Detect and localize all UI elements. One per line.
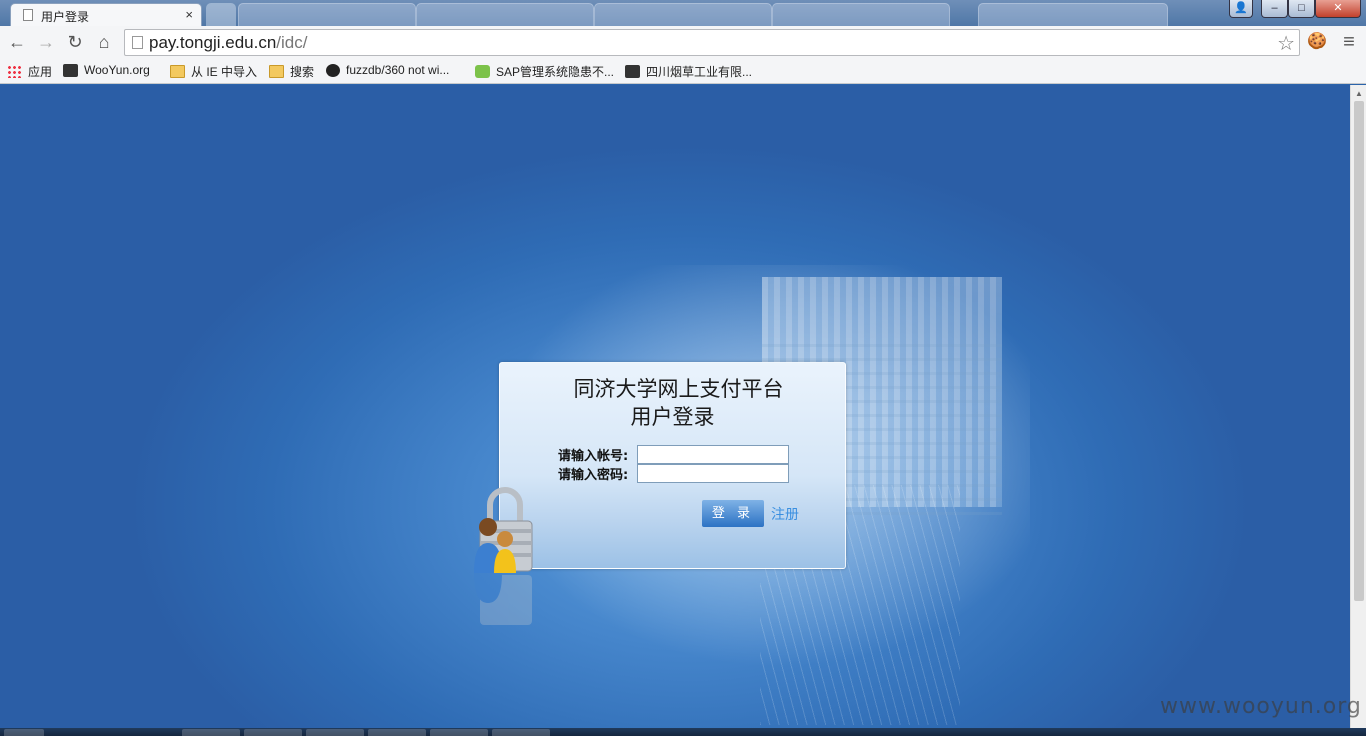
bookmark-sichuan[interactable]: 四川烟草工业有限... (625, 63, 752, 80)
page-icon (23, 9, 33, 21)
taskbar-item[interactable] (244, 729, 302, 736)
taskbar-item[interactable] (368, 729, 426, 736)
address-bar[interactable]: pay.tongji.edu.cn/idc/ ☆ (124, 29, 1300, 56)
password-label: 请输入密码: (558, 468, 629, 483)
back-icon[interactable]: ← (6, 31, 28, 53)
bookmark-star-icon[interactable]: ☆ (1277, 31, 1295, 56)
wooyun-icon (63, 63, 78, 77)
register-link[interactable]: 注册 (771, 504, 799, 524)
new-tab-button[interactable] (206, 3, 236, 26)
reload-icon[interactable]: ↻ (64, 31, 86, 53)
bookmark-search[interactable]: 搜索 (269, 63, 314, 80)
login-title: 同济大学网上支付平台 (573, 377, 784, 401)
login-panel: 同济大学网上支付平台 用户登录 请输入帐号: 请输入密码: 登 录 注册 (499, 362, 846, 569)
login-button[interactable]: 登 录 (702, 500, 764, 527)
taskbar-item[interactable] (306, 729, 364, 736)
folder-icon (269, 65, 284, 78)
padlock-users-icon (474, 487, 533, 625)
wooyun-icon (625, 65, 640, 78)
tab-background-2[interactable] (416, 3, 594, 26)
tab-title: 用户登录 (41, 10, 90, 24)
url-path: /idc/ (276, 33, 308, 52)
bookmark-label: SAP管理系统隐患不... (496, 65, 615, 79)
apps-icon (7, 65, 22, 78)
bookmark-label: 应用 (28, 65, 53, 79)
account-label: 请输入帐号: (558, 449, 629, 464)
forward-icon[interactable]: → (35, 31, 57, 53)
url-text[interactable]: pay.tongji.edu.cn/idc/ (149, 33, 307, 53)
home-icon[interactable]: ⌂ (93, 31, 115, 53)
check-icon (475, 65, 490, 78)
taskbar-item[interactable] (182, 729, 240, 736)
bookmark-label: fuzzdb/360 not wi... (346, 63, 450, 77)
bookmark-label: 从 IE 中导入 (191, 65, 258, 79)
tab-background-4[interactable] (772, 3, 950, 26)
scrollbar-thumb[interactable] (1354, 101, 1364, 601)
tab-active[interactable]: 用户登录 × (10, 3, 202, 26)
bookmark-wooyun[interactable]: WooYun.org (63, 63, 150, 77)
url-host: pay.tongji.edu.cn (149, 33, 277, 52)
menu-icon[interactable]: ≡ (1338, 31, 1360, 53)
bookmark-fuzzdb[interactable]: fuzzdb/360 not wi... (326, 63, 449, 77)
browser-toolbar: ← → ↻ ⌂ pay.tongji.edu.cn/idc/ ☆ 🍪 ≡ (0, 26, 1366, 59)
bookmark-label: 搜索 (290, 65, 315, 79)
cookie-extension-icon[interactable]: 🍪 (1306, 31, 1328, 53)
close-tab-icon[interactable]: × (185, 7, 193, 22)
tab-background-5[interactable] (978, 3, 1168, 26)
vertical-scrollbar[interactable]: ▲ (1350, 85, 1366, 728)
bookmark-import-ie[interactable]: 从 IE 中导入 (170, 63, 257, 80)
account-input[interactable] (637, 445, 789, 464)
login-subtitle: 用户登录 (630, 405, 715, 429)
bookmark-label: WooYun.org (84, 63, 150, 77)
page-icon (132, 36, 143, 49)
taskbar-item[interactable] (492, 729, 550, 736)
bookmark-sap[interactable]: SAP管理系统隐患不... (475, 63, 614, 80)
close-window-button[interactable]: ✕ (1315, 0, 1361, 18)
os-taskbar (0, 728, 1366, 736)
taskbar-item[interactable] (430, 729, 488, 736)
watermark: www.wooyun.org (1160, 694, 1362, 719)
browser-titlebar: 用户登录 × 👤 – □ ✕ (0, 0, 1366, 26)
password-input[interactable] (637, 464, 789, 483)
minimize-button[interactable]: – (1261, 0, 1288, 18)
bookmark-apps[interactable]: 应用 (7, 63, 52, 80)
scroll-up-icon[interactable]: ▲ (1355, 89, 1363, 98)
github-icon (326, 63, 340, 77)
page-content: 同济大学网上支付平台 用户登录 请输入帐号: 请输入密码: 登 录 注册 (0, 85, 1350, 728)
folder-icon (170, 65, 185, 78)
bookmark-label: 四川烟草工业有限... (646, 65, 753, 79)
profile-icon[interactable]: 👤 (1229, 0, 1253, 18)
bookmarks-bar: 应用 WooYun.org 从 IE 中导入 搜索 fuzzdb/360 not… (0, 59, 1366, 84)
tab-background-1[interactable] (238, 3, 416, 26)
maximize-button[interactable]: □ (1288, 0, 1315, 18)
tab-background-3[interactable] (594, 3, 772, 26)
start-button[interactable] (4, 729, 44, 736)
